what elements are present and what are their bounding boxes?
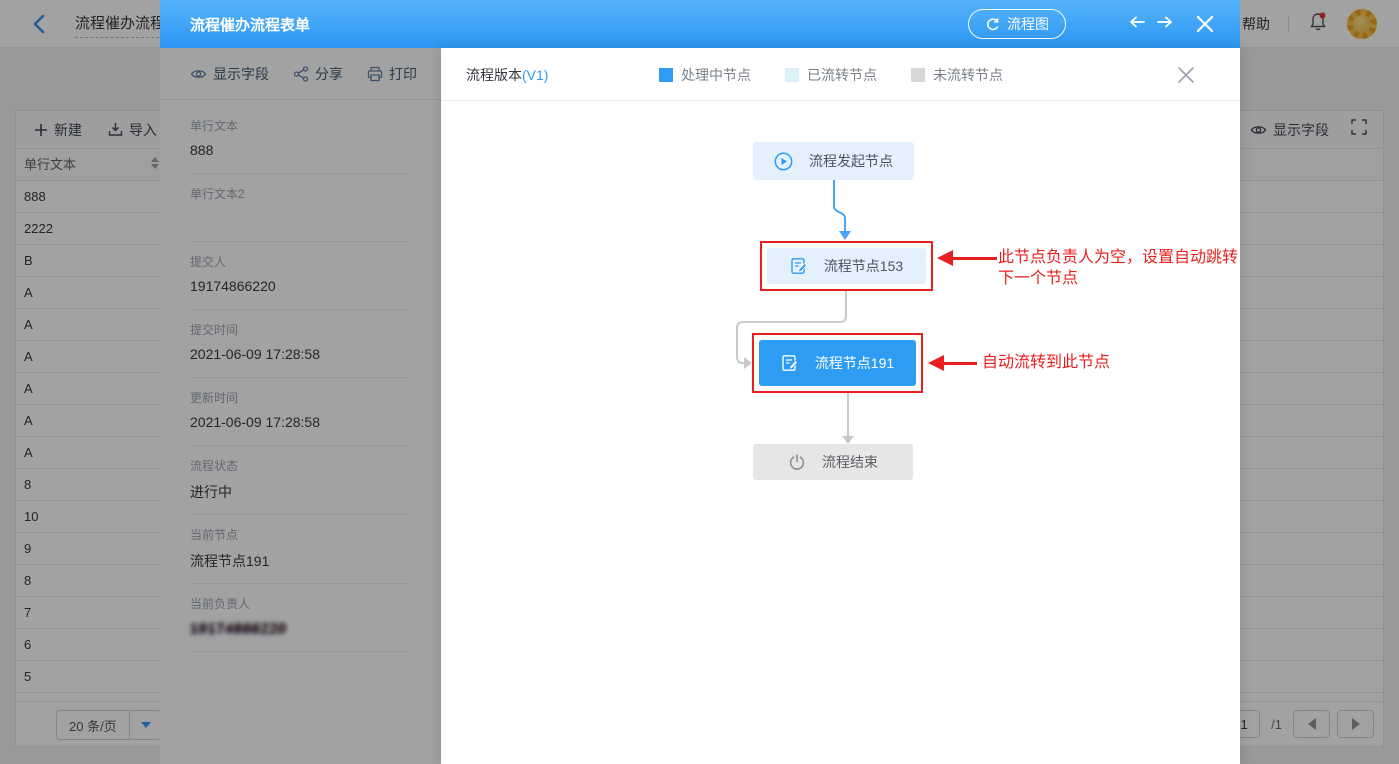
drawer-title: 流程催办流程表单 bbox=[190, 14, 310, 35]
flow-node-start[interactable]: 流程发起节点 bbox=[753, 142, 914, 180]
flowchart-icon bbox=[985, 17, 1000, 32]
prev-record-icon[interactable] bbox=[1128, 14, 1146, 30]
annotation-text-1: 此节点负责人为空，设置自动跳转 下一个节点 bbox=[998, 247, 1238, 289]
legend-swatch bbox=[659, 68, 673, 82]
legend-item: 处理中节点 bbox=[659, 65, 751, 85]
legend-swatch bbox=[911, 68, 925, 82]
form-node-icon bbox=[781, 354, 799, 372]
legend-label: 已流转节点 bbox=[807, 65, 877, 85]
next-record-icon[interactable] bbox=[1156, 14, 1174, 30]
legend-swatch bbox=[785, 68, 799, 82]
flow-node-153[interactable]: 流程节点153 bbox=[767, 248, 926, 284]
legend-label: 未流转节点 bbox=[933, 65, 1003, 85]
annotation-arrow-1 bbox=[937, 250, 997, 266]
power-icon bbox=[788, 453, 806, 471]
annotation-text-2: 自动流转到此节点 bbox=[982, 352, 1110, 373]
annotation-arrow-2 bbox=[928, 355, 977, 371]
flowchart-button[interactable]: 流程图 bbox=[968, 9, 1066, 39]
flow-legend: 处理中节点 已流转节点 未流转节点 bbox=[659, 48, 1003, 101]
drawer-close-icon[interactable] bbox=[1194, 13, 1216, 40]
highlight-box-191: 流程节点191 bbox=[752, 333, 923, 393]
flowchart-canvas: 流程发起节点 流程节点153 此节点负责人为空，设置自动跳转 下一个节点 流 bbox=[441, 101, 1240, 764]
legend-item: 未流转节点 bbox=[911, 65, 1003, 85]
play-circle-icon bbox=[774, 152, 793, 171]
flow-node-end[interactable]: 流程结束 bbox=[753, 444, 913, 480]
legend-item: 已流转节点 bbox=[785, 65, 877, 85]
flow-version-number: (V1) bbox=[522, 67, 548, 83]
app-root: 流程催办流程表单 帮助 新建 导入 bbox=[0, 0, 1399, 764]
flowchart-panel: 流程版本(V1) 处理中节点 已流转节点 未流转节点 bbox=[441, 48, 1240, 764]
form-node-icon bbox=[790, 257, 808, 275]
legend-label: 处理中节点 bbox=[681, 65, 751, 85]
flow-node-191[interactable]: 流程节点191 bbox=[759, 340, 916, 386]
record-nav bbox=[1128, 14, 1174, 30]
arrow-left-icon bbox=[928, 355, 944, 371]
flow-version: 流程版本(V1) bbox=[466, 65, 548, 85]
flowchart-close-icon[interactable] bbox=[1176, 65, 1196, 90]
highlight-box-153: 流程节点153 bbox=[760, 241, 933, 291]
flowchart-header: 流程版本(V1) 处理中节点 已流转节点 未流转节点 bbox=[441, 48, 1240, 101]
arrow-left-icon bbox=[937, 250, 953, 266]
flow-connectors bbox=[441, 101, 1240, 764]
drawer-header: 流程催办流程表单 流程图 bbox=[160, 0, 1240, 48]
